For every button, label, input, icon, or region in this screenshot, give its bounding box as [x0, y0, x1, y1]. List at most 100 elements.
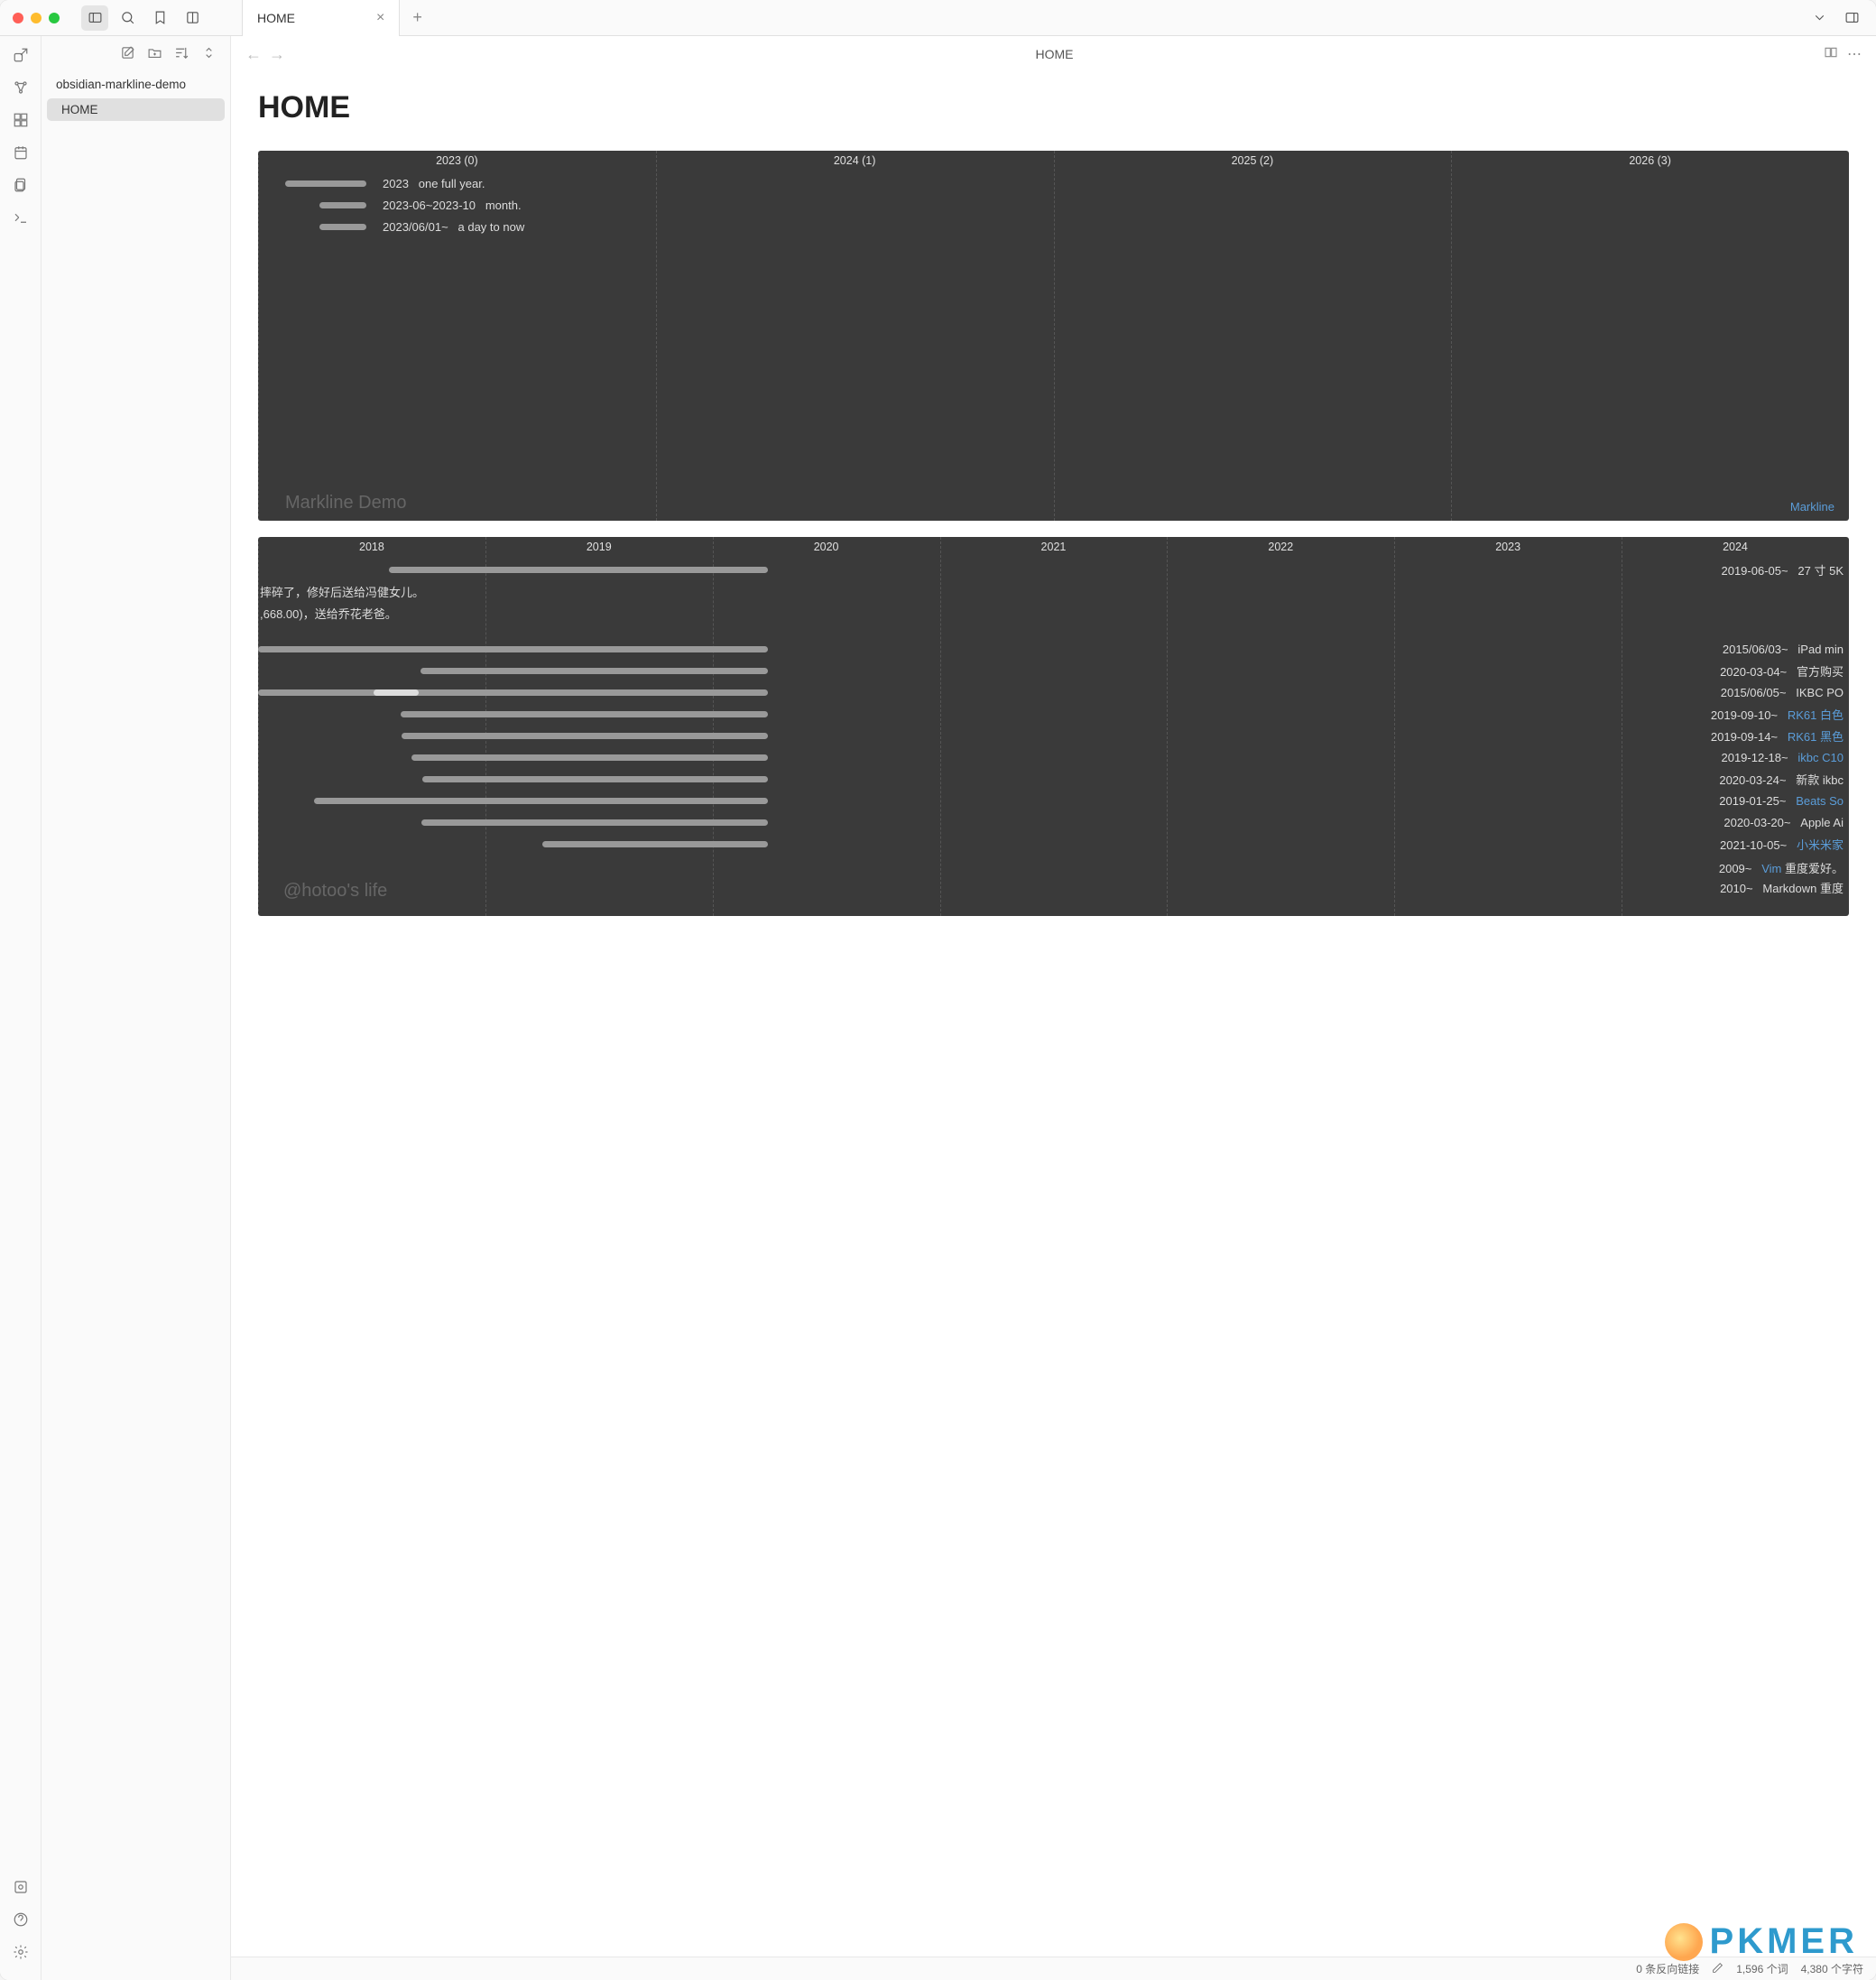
- timeline-label: 2019-01-25~ Beats So: [1719, 794, 1844, 808]
- timeline-label: 2021-10-05~ 小米米家: [1720, 836, 1844, 853]
- year-label: 2024 (1): [656, 154, 1054, 172]
- char-count: 4,380 个字符: [1801, 1961, 1863, 1976]
- year-label: 2023: [1394, 541, 1622, 559]
- timeline-header: 2018201920202021202220232024: [258, 537, 1849, 559]
- tab-label: HOME: [257, 11, 295, 25]
- timeline-label: 2010~ Markdown 重度: [1720, 879, 1844, 896]
- daily-note-icon[interactable]: [11, 143, 31, 162]
- nav-forward-icon[interactable]: →: [269, 45, 285, 64]
- nav-back-icon[interactable]: ←: [245, 45, 262, 64]
- timeline-label: 2023-06~2023-10 month.: [383, 199, 522, 212]
- tab-bar: HOME × +: [242, 0, 1795, 36]
- timeline-label: 2009~ Vim 重度爱好。: [1719, 859, 1844, 876]
- timeline-bar-highlight: [374, 689, 419, 696]
- breadcrumb-bar: ← → HOME ⋯: [231, 36, 1876, 72]
- timeline-body: 2019-06-05~ 27 寸 5K 摔碎了，修好后送给冯健女儿。 ,668.00…: [258, 559, 1849, 902]
- sort-icon[interactable]: [174, 45, 192, 63]
- sidebar-toolbar: [42, 36, 230, 72]
- year-label: 2018: [258, 541, 485, 559]
- file-item-home[interactable]: HOME: [47, 98, 225, 121]
- timeline-header: 2023 (0)2024 (1)2025 (2)2026 (3): [258, 151, 1849, 172]
- year-label: 2024: [1622, 541, 1849, 559]
- timeline-row: 2015/06/05~ IKBC PO: [258, 681, 1849, 703]
- timeline-bar: [258, 689, 768, 696]
- close-window-button[interactable]: [13, 13, 23, 23]
- timeline-label: 2020-03-24~ 新款 ikbc: [1719, 771, 1844, 788]
- sidebar-toggle-icon[interactable]: [81, 5, 108, 31]
- timeline-bar: [285, 180, 366, 187]
- timeline-bar: [319, 224, 366, 230]
- timeline-row: 2023-06~2023-10 month.: [258, 194, 1849, 216]
- timeline-text: 摔碎了，修好后送给冯健女儿。: [260, 583, 424, 600]
- collapse-icon[interactable]: [201, 45, 219, 63]
- help-icon[interactable]: [11, 1910, 31, 1929]
- timeline-text-row: 摔碎了，修好后送给冯健女儿。: [258, 580, 1849, 602]
- timeline-row: 2015/06/03~ iPad min: [258, 638, 1849, 660]
- timeline-label: 2020-03-20~ Apple Ai: [1724, 816, 1844, 829]
- timeline-row: 2020-03-24~ 新款 ikbc: [258, 768, 1849, 790]
- search-icon[interactable]: [114, 5, 141, 31]
- timeline-row: 2019-12-18~ ikbc C10: [258, 746, 1849, 768]
- timeline-text-row: ,668.00)，送给乔花老爸。: [258, 602, 1849, 624]
- timeline-label: 2020-03-04~ 官方购买: [1720, 662, 1844, 680]
- maximize-window-button[interactable]: [49, 13, 60, 23]
- backlinks-count[interactable]: 0 条反向链接: [1636, 1961, 1699, 1976]
- year-label: 2019: [485, 541, 713, 559]
- settings-icon[interactable]: [11, 1942, 31, 1962]
- file-item-label: HOME: [61, 103, 98, 116]
- word-count: 1,596 个词: [1736, 1961, 1788, 1976]
- timeline-bar: [389, 567, 768, 573]
- nav-arrows: ← →: [245, 45, 285, 64]
- timeline-bar: [542, 841, 768, 847]
- titlebar-left-icons: [72, 5, 215, 31]
- reading-mode-icon[interactable]: [1824, 45, 1838, 64]
- editor-pane: ← → HOME ⋯ HOME 2023 (0)2024 (1)2025 (2)…: [231, 36, 1876, 1980]
- timeline-bar: [314, 798, 768, 804]
- year-label: 2025 (2): [1054, 154, 1452, 172]
- timeline-bar: [421, 819, 768, 826]
- year-label: 2022: [1167, 541, 1394, 559]
- templates-icon[interactable]: [11, 175, 31, 195]
- edit-mode-icon[interactable]: [1712, 1962, 1724, 1976]
- timeline-row: 2021-10-05~ 小米米家: [258, 833, 1849, 855]
- right-sidebar-toggle-icon[interactable]: [1838, 5, 1865, 31]
- canvas-icon[interactable]: [11, 110, 31, 130]
- close-tab-icon[interactable]: ×: [376, 10, 384, 26]
- minimize-window-button[interactable]: [31, 13, 42, 23]
- timeline-title: Markline Demo: [285, 493, 406, 514]
- command-palette-icon[interactable]: [11, 208, 31, 227]
- page-content: HOME 2023 (0)2024 (1)2025 (2)2026 (3) 20…: [231, 72, 1876, 1957]
- timeline-body: 2023 one full year. 2023-06~2023-10 month…: [258, 172, 1849, 237]
- breadcrumb-title: HOME: [294, 47, 1815, 61]
- timeline-label: 2019-09-10~ RK61 白色: [1711, 706, 1844, 723]
- new-note-icon[interactable]: [120, 45, 138, 63]
- timeline-hotoo-life: 2018201920202021202220232024 2019-06-05~…: [258, 537, 1849, 916]
- timeline-row: 2019-09-10~ RK61 白色: [258, 703, 1849, 725]
- reader-icon[interactable]: [179, 5, 206, 31]
- timeline-bottom-row: 2009~ Vim 重度爱好。: [1719, 856, 1844, 878]
- timeline-row: 2020-03-04~ 官方购买: [258, 660, 1849, 681]
- titlebar-right-icons: [1795, 5, 1876, 31]
- chevron-down-icon[interactable]: [1806, 5, 1833, 31]
- year-label: 2026 (3): [1451, 154, 1849, 172]
- new-tab-button[interactable]: +: [400, 8, 435, 27]
- page-title: HOME: [258, 90, 1849, 125]
- timeline-bar: [422, 776, 768, 782]
- timeline-label: 2019-06-05~ 27 寸 5K: [1721, 561, 1844, 578]
- graph-icon[interactable]: [11, 78, 31, 97]
- timeline-row: 2023 one full year.: [258, 172, 1849, 194]
- timeline-row: 2020-03-20~ Apple Ai: [258, 811, 1849, 833]
- file-explorer: obsidian-markline-demo HOME: [42, 36, 231, 1980]
- vault-icon[interactable]: [11, 1877, 31, 1897]
- timeline-label: 2015/06/03~ iPad min: [1723, 643, 1844, 656]
- timeline-row: 2019-09-14~ RK61 黑色: [258, 725, 1849, 746]
- bookmark-icon[interactable]: [146, 5, 173, 31]
- timeline-brand: Markline: [1790, 500, 1834, 514]
- more-options-icon[interactable]: ⋯: [1847, 45, 1862, 64]
- new-folder-icon[interactable]: [147, 45, 165, 63]
- quick-switcher-icon[interactable]: [11, 45, 31, 65]
- tab-home[interactable]: HOME ×: [242, 0, 400, 36]
- vault-name: obsidian-markline-demo: [42, 72, 230, 97]
- timeline-bottom-row: 2010~ Markdown 重度: [1720, 876, 1844, 898]
- timeline-title: @hotoo's life: [258, 881, 387, 902]
